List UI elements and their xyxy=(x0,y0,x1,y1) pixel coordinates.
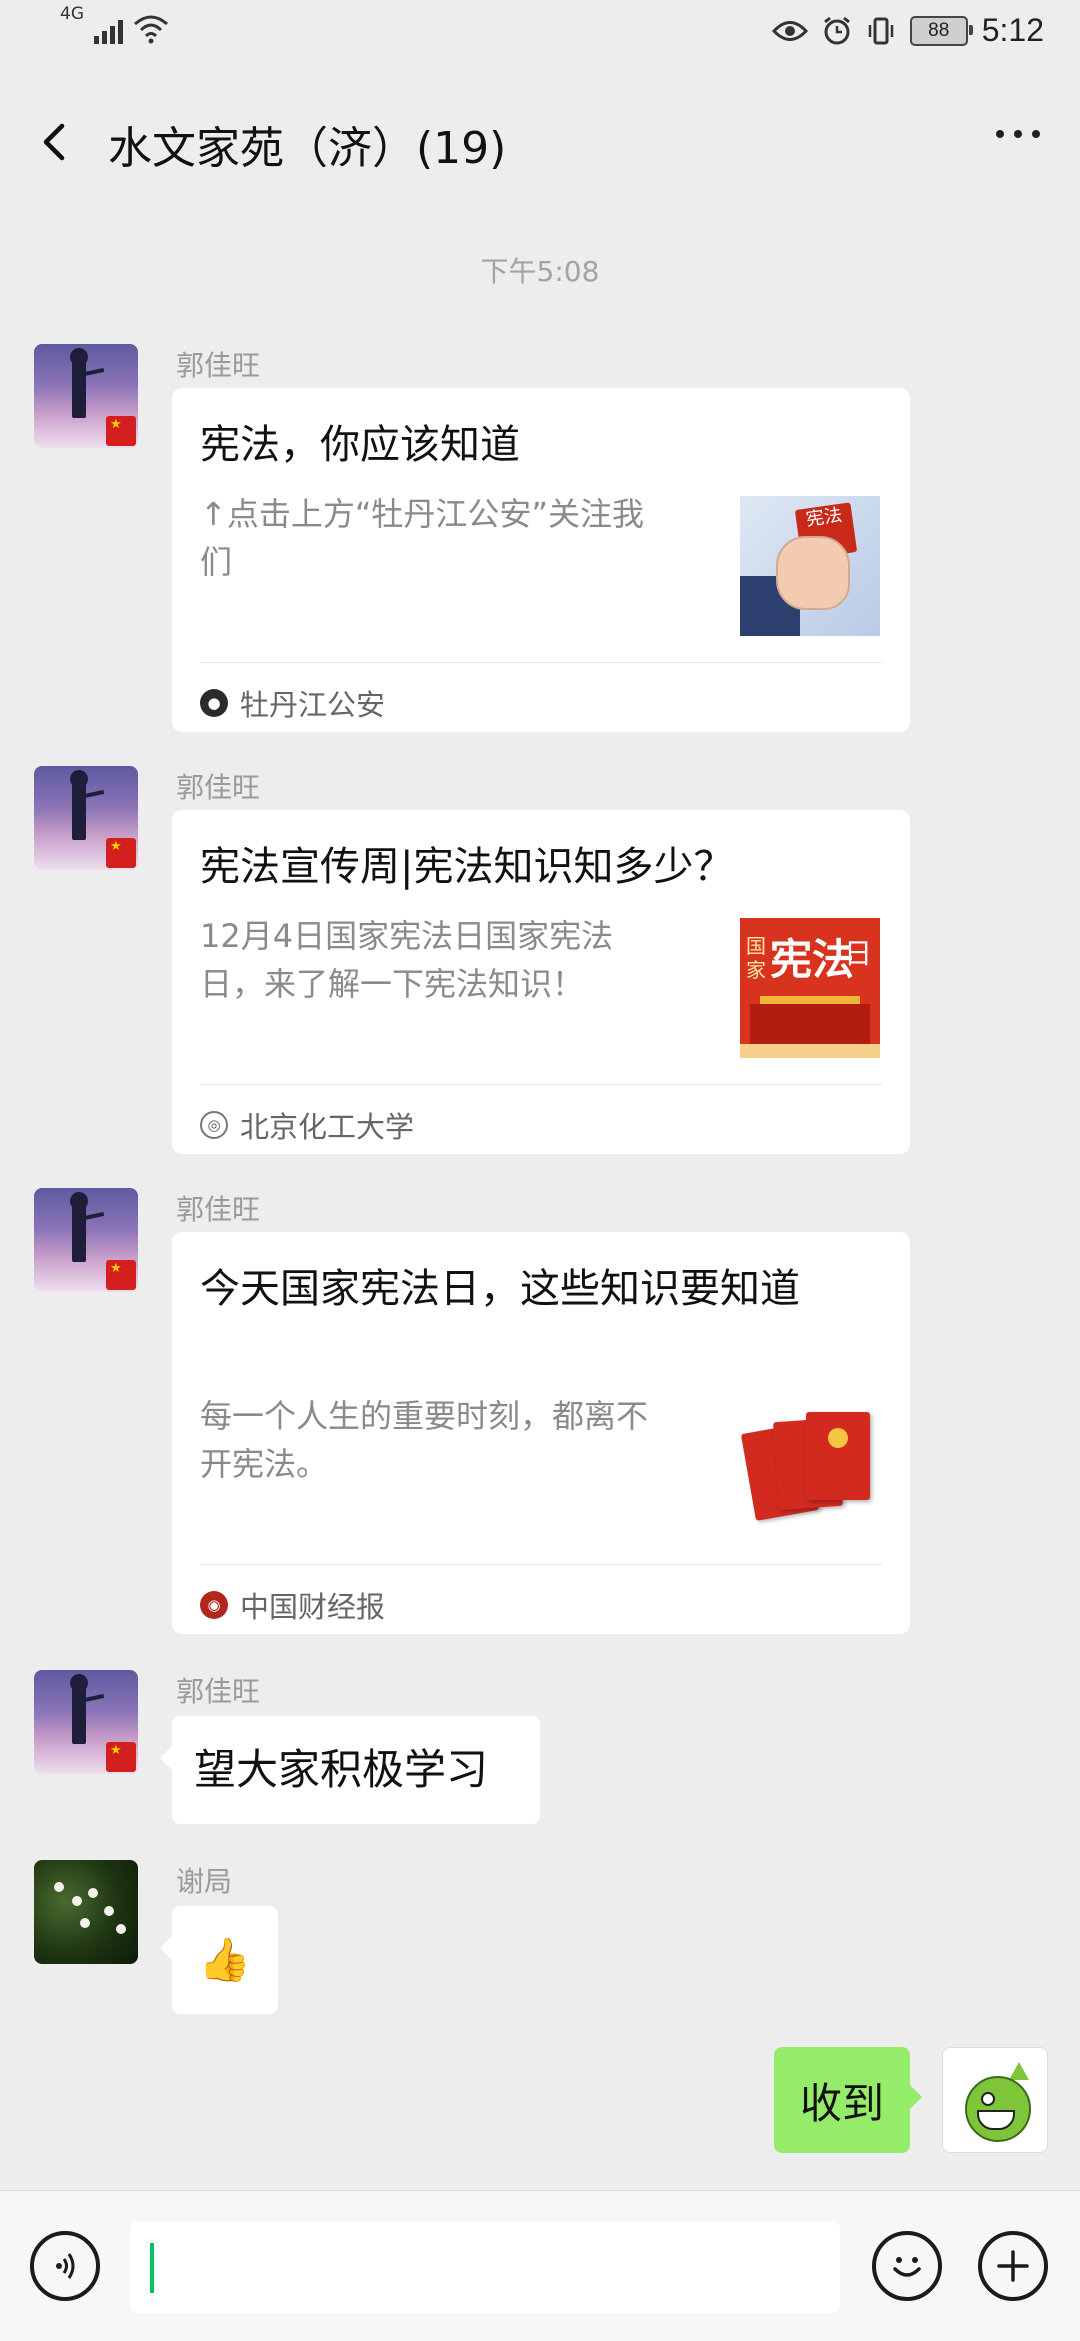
message-row: 郭佳旺 今天国家宪法日，这些知识要知道 每一个人生的重要时刻，都离不开宪法。 ◉… xyxy=(0,1188,1080,1638)
avatar[interactable] xyxy=(34,1670,138,1774)
article-card[interactable]: 宪法宣传周|宪法知识知多少？ 12月4日国家宪法日国家宪法日，来了解一下宪法知识… xyxy=(172,810,910,1154)
card-divider xyxy=(200,1084,882,1085)
article-thumbnail: 宪法 xyxy=(740,496,880,636)
source-name: 北京化工大学 xyxy=(240,1110,415,1144)
message-row: 谢局 👍 xyxy=(0,1860,1080,2020)
flag-icon xyxy=(106,1742,136,1772)
avatar[interactable] xyxy=(34,344,138,448)
message-text: 望大家积极学习 xyxy=(194,1745,489,1794)
message-row: 郭佳旺 宪法，你应该知道 ↑点击上方“牡丹江公安”关注我们 宪法 ● 牡丹江公安 xyxy=(0,344,1080,734)
emoji-icon[interactable] xyxy=(872,2231,942,2301)
flag-icon xyxy=(106,838,136,868)
voice-icon[interactable] xyxy=(30,2231,100,2301)
status-left: 4G xyxy=(60,4,169,44)
message-input[interactable] xyxy=(130,2221,840,2313)
status-time: 5:12 xyxy=(981,12,1044,48)
article-title: 宪法宣传周|宪法知识知多少？ xyxy=(200,844,734,890)
article-card[interactable]: 宪法，你应该知道 ↑点击上方“牡丹江公安”关注我们 宪法 ● 牡丹江公安 xyxy=(172,388,910,732)
article-thumbnail: 国家 宪法 日 xyxy=(740,918,880,1058)
my-avatar[interactable] xyxy=(942,2047,1048,2153)
chat-title: 水文家苑（济）(19) xyxy=(108,123,507,174)
sent-bubble[interactable]: 收到 xyxy=(774,2047,922,2153)
chat-header: 水文家苑（济）(19) xyxy=(0,72,1080,212)
input-bar xyxy=(0,2190,1080,2341)
status-bar: 4G 88 5:12 xyxy=(0,0,1080,72)
plus-icon[interactable] xyxy=(978,2231,1048,2301)
battery-icon: 88 xyxy=(909,15,973,46)
article-source: ● 牡丹江公安 xyxy=(200,682,385,724)
article-description: ↑点击上方“牡丹江公安”关注我们 xyxy=(200,495,644,581)
sender-name: 郭佳旺 xyxy=(176,1675,261,1708)
chevron-left-icon[interactable] xyxy=(30,112,80,172)
article-thumbnail xyxy=(740,1398,880,1538)
sender-name: 谢局 xyxy=(176,1865,233,1898)
dinosaur-icon xyxy=(965,2076,1031,2142)
avatar[interactable] xyxy=(34,1860,138,1964)
avatar[interactable] xyxy=(34,766,138,870)
more-dots-icon[interactable] xyxy=(996,130,1040,138)
message-row: 郭佳旺 宪法宣传周|宪法知识知多少？ 12月4日国家宪法日国家宪法日，来了解一下… xyxy=(0,766,1080,1156)
emoji-bubble[interactable]: 👍 xyxy=(160,1906,278,2014)
newspaper-logo-icon: ◉ xyxy=(200,1591,228,1619)
message-row: 郭佳旺 望大家积极学习 xyxy=(0,1670,1080,1830)
flag-icon xyxy=(106,416,136,446)
source-name: 牡丹江公安 xyxy=(240,688,386,722)
sender-name: 郭佳旺 xyxy=(176,771,261,804)
wifi-icon xyxy=(134,15,168,44)
police-logo-icon: ● xyxy=(200,689,228,717)
alarm-icon xyxy=(823,16,850,44)
eye-icon xyxy=(771,20,808,41)
university-logo-icon: ◎ xyxy=(200,1111,228,1139)
thumbnail-text: 国家 xyxy=(746,934,766,982)
source-name: 中国财经报 xyxy=(240,1590,386,1624)
signal-icon xyxy=(94,20,123,44)
network-type: 4G xyxy=(60,4,84,24)
text-bubble[interactable]: 望大家积极学习 xyxy=(160,1716,540,1824)
thumbs-up-icon: 👍 xyxy=(198,1935,252,1984)
article-source: ◎ 北京化工大学 xyxy=(200,1104,414,1146)
sender-name: 郭佳旺 xyxy=(176,1193,261,1226)
sender-name: 郭佳旺 xyxy=(176,349,261,382)
article-source: ◉ 中国财经报 xyxy=(200,1584,385,1626)
battery-level: 88 xyxy=(928,19,950,41)
text-cursor xyxy=(150,2243,154,2293)
thumbnail-text: 宪法 xyxy=(770,935,855,984)
article-description: 12月4日国家宪法日国家宪法日，来了解一下宪法知识！ xyxy=(200,917,614,1003)
message-text: 收到 xyxy=(799,2078,884,2128)
article-card[interactable]: 今天国家宪法日，这些知识要知道 每一个人生的重要时刻，都离不开宪法。 ◉ 中国财… xyxy=(172,1232,910,1634)
flag-icon xyxy=(106,1260,136,1290)
status-right: 88 5:12 xyxy=(771,12,1044,49)
article-description: 每一个人生的重要时刻，都离不开宪法。 xyxy=(200,1397,649,1483)
card-divider xyxy=(200,662,882,663)
thumbnail-text: 日 xyxy=(844,937,873,970)
vibrate-icon xyxy=(868,17,893,44)
avatar[interactable] xyxy=(34,1188,138,1292)
card-divider xyxy=(200,1564,882,1565)
article-title: 宪法，你应该知道 xyxy=(200,422,520,468)
article-title: 今天国家宪法日，这些知识要知道 xyxy=(200,1266,800,1312)
message-timestamp: 下午5:08 xyxy=(480,255,600,288)
